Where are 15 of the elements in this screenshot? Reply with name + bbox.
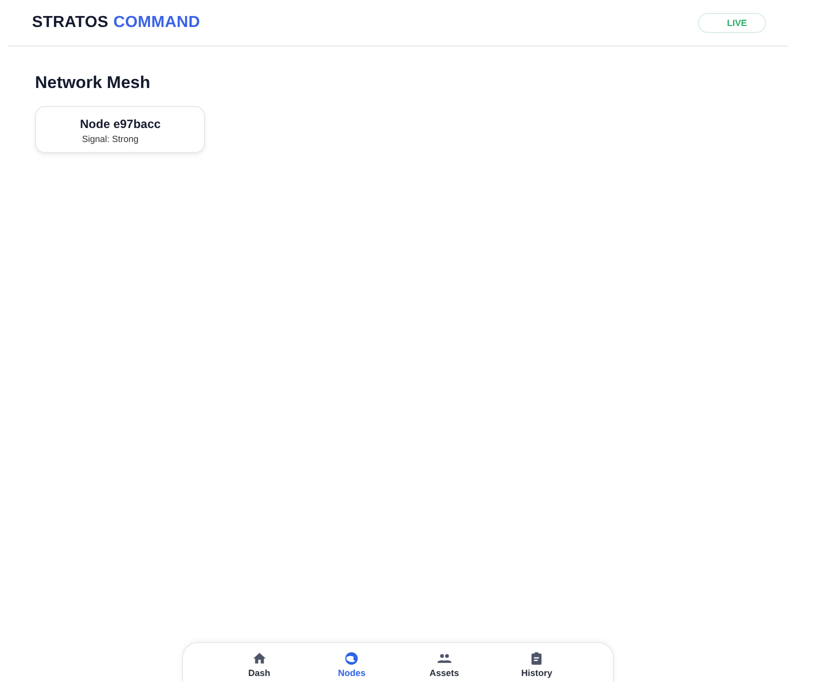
nav-tab[interactable]: Nodes (322, 643, 382, 682)
people-icon (436, 651, 452, 666)
home-icon (252, 651, 267, 666)
brand-accent: COMMAND (113, 14, 200, 32)
nav-tab[interactable]: History (506, 643, 567, 682)
live-badge: LIVE (698, 12, 766, 32)
section-title: Network Mesh (35, 73, 152, 93)
node-name: Node e97bacc (80, 117, 162, 131)
nav-tab[interactable]: Dash (229, 643, 290, 682)
nav-tab[interactable]: Assets (414, 643, 474, 682)
brand-name: STRATOS (32, 14, 108, 32)
node-signal: Signal: Strong (82, 134, 140, 144)
globe-icon (344, 651, 360, 666)
clipboard-icon (529, 651, 544, 666)
node-card[interactable]: Node e97bacc Signal: Strong (35, 106, 205, 153)
